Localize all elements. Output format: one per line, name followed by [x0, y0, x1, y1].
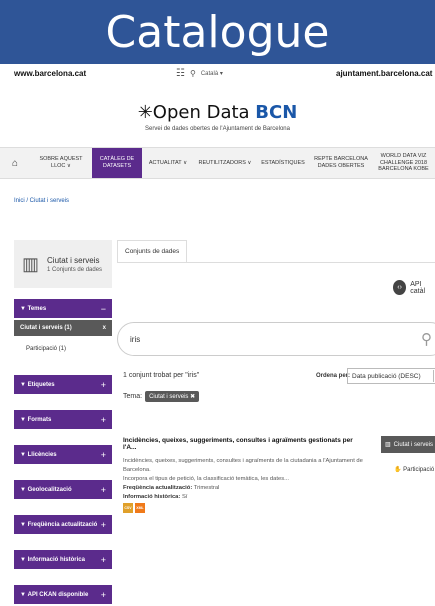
- collapse-icon[interactable]: −: [101, 304, 106, 314]
- category-title: Ciutat i serveis: [47, 255, 100, 265]
- top-tools: ☷ ⚲ Català ▾: [176, 68, 223, 79]
- nav-item-estadistiques[interactable]: ESTADÍSTIQUES: [256, 148, 310, 178]
- filter-icon: ▼: [20, 556, 28, 563]
- result-formats: CSV XML: [123, 503, 145, 513]
- filter-icon: ▼: [20, 591, 28, 598]
- page-banner: Catalogue: [0, 0, 435, 64]
- tema-filter-chip[interactable]: Ciutat i serveis ✖: [145, 391, 200, 402]
- facet-option[interactable]: Participació (1): [14, 346, 66, 352]
- historical-label: Informació històrica:: [123, 493, 181, 500]
- banner-title: Catalogue: [105, 6, 330, 58]
- facet-label: Formats: [27, 416, 52, 423]
- ajuntament-link[interactable]: ajuntament.barcelona.cat: [336, 69, 432, 78]
- remove-filter-icon[interactable]: x: [103, 325, 106, 331]
- building-icon: ▥: [385, 442, 391, 448]
- facet-temes[interactable]: ▼ Temes −: [14, 299, 112, 318]
- filter-icon: ▼: [20, 451, 28, 458]
- frequency-value: Trimestral: [193, 484, 220, 491]
- facet-formats[interactable]: ▼ Formats +: [14, 410, 112, 429]
- result-historical: Informació històrica: Sí: [123, 493, 385, 502]
- grid-icon[interactable]: ☷: [176, 68, 185, 79]
- facet-label: API CKAN disponible: [27, 591, 89, 598]
- expand-icon[interactable]: +: [101, 520, 106, 530]
- expand-icon[interactable]: +: [101, 415, 106, 425]
- nav-item-actualitat[interactable]: ACTUALITAT ∨: [142, 148, 194, 178]
- result-frequency: Freqüència actualització: Trimestral: [123, 484, 385, 493]
- facet-label: Temes: [27, 305, 47, 312]
- building-icon: ▥: [22, 253, 40, 274]
- filter-icon: ▼: [20, 381, 28, 388]
- historical-value: Sí: [181, 493, 188, 500]
- facet-label: Geolocalització: [27, 486, 72, 493]
- filter-icon: ▼: [20, 486, 28, 493]
- top-bar: www.barcelona.cat ☷ ⚲ Català ▾ ajuntamen…: [0, 64, 435, 82]
- facet-informacio-historica[interactable]: ▼ Informació històrica +: [14, 550, 112, 569]
- search-icon[interactable]: ⚲: [421, 330, 432, 348]
- tema-label: Tema:: [123, 393, 143, 400]
- logo-subtitle: Servei de dades obertes de l'Ajuntament …: [145, 126, 290, 132]
- order-label: Ordena per:: [316, 373, 351, 379]
- nav-item-worlddataviz[interactable]: WORLD DATA VIZ CHALLENGE 2018 BARCELONA …: [372, 148, 435, 178]
- facet-selected-item[interactable]: Ciutat i serveis (1) x: [14, 320, 112, 336]
- active-filters: Tema: Ciutat i serveis ✖: [123, 391, 200, 402]
- expand-icon[interactable]: +: [101, 555, 106, 565]
- facet-label: Llicències: [27, 451, 57, 458]
- result-title[interactable]: Incidències, queixes, suggeriments, cons…: [123, 437, 355, 451]
- site-link[interactable]: www.barcelona.cat: [14, 69, 86, 78]
- api-label: API catàl: [410, 280, 426, 295]
- result-category-badge[interactable]: ▥ Ciutat i serveis: [381, 436, 435, 453]
- order-value: Data publicació (DESC): [352, 372, 421, 380]
- hand-icon: ✋: [394, 467, 404, 473]
- logo-name: ✳Open Data BCN: [0, 102, 435, 123]
- facet-label: Informació històrica: [27, 556, 85, 563]
- xml-format-icon[interactable]: XML: [135, 503, 145, 513]
- nav-item-repte[interactable]: REPTE BARCELONA DADES OBERTES: [310, 148, 372, 178]
- breadcrumb[interactable]: Inici / Ciutat i serveis: [14, 198, 69, 204]
- result-description: Incidències, queixes, suggeriments, cons…: [123, 457, 385, 502]
- logo-prefix: Open Data: [152, 102, 256, 123]
- home-icon[interactable]: ⌂: [0, 158, 30, 169]
- language-select[interactable]: Català ▾: [201, 70, 223, 77]
- expand-icon[interactable]: +: [101, 590, 106, 600]
- api-icon: ‹›: [393, 280, 407, 295]
- facet-api-ckan[interactable]: ▼ API CKAN disponible +: [14, 585, 112, 604]
- badge-label: Ciutat i serveis: [393, 441, 434, 448]
- facet-etiquetes[interactable]: ▼ Etiquetes +: [14, 375, 112, 394]
- expand-icon[interactable]: +: [101, 485, 106, 495]
- tab-conjunts-de-dades[interactable]: Conjunts de dades: [117, 240, 188, 262]
- badge-label: Participació: [403, 467, 435, 473]
- facet-llicencies[interactable]: ▼ Llicències +: [14, 445, 112, 464]
- frequency-label: Freqüència actualització:: [123, 484, 193, 491]
- main-nav: ⌂ SOBRE AQUEST LLOC ∨ CATÀLEG DE DATASET…: [0, 147, 435, 179]
- filter-icon: ▼: [20, 521, 28, 528]
- nav-item-reutilitzadors[interactable]: REUTILITZADORS ∨: [194, 148, 256, 178]
- facet-geolocalitzacio[interactable]: ▼ Geolocalització +: [14, 480, 112, 499]
- opendata-logo[interactable]: ✳Open Data BCN Servei de dades obertes d…: [0, 102, 435, 132]
- result-desc-line2: Incorpora el tipus de petició, la classi…: [123, 475, 289, 482]
- api-cataleg-button[interactable]: ‹› API catàl: [393, 280, 435, 295]
- logo-star-icon: ✳: [137, 102, 153, 123]
- logo-bold: BCN: [255, 102, 298, 123]
- filter-icon: ▼: [20, 416, 28, 423]
- search-box[interactable]: iris ⚲: [117, 322, 435, 356]
- category-header: ▥ Ciutat i serveis 1 Conjunts de dades: [14, 240, 112, 288]
- expand-icon[interactable]: +: [101, 450, 106, 460]
- order-select[interactable]: Data publicació (DESC)▾: [347, 368, 435, 384]
- search-icon[interactable]: ⚲: [190, 69, 196, 78]
- nav-item-cataleg[interactable]: CATÀLEG DE DATASETS: [92, 148, 142, 178]
- expand-icon[interactable]: +: [101, 380, 106, 390]
- results-count: 1 conjunt trobat per "iris": [123, 372, 200, 379]
- category-count: 1 Conjunts de dades: [47, 266, 103, 273]
- facet-label: Freqüència actualització: [27, 521, 98, 528]
- result-participacio-badge[interactable]: ✋ Participació: [394, 466, 434, 473]
- nav-item-sobre[interactable]: SOBRE AQUEST LLOC ∨: [30, 148, 92, 178]
- tab-divider: [117, 262, 435, 263]
- facet-label: Etiquetes: [27, 381, 55, 388]
- search-input[interactable]: iris: [130, 335, 140, 344]
- csv-format-icon[interactable]: CSV: [123, 503, 133, 513]
- facet-frequencia[interactable]: ▼ Freqüència actualització +: [14, 515, 112, 534]
- result-desc-line1: Incidències, queixes, suggeriments, cons…: [123, 458, 363, 473]
- facet-selected-label: Ciutat i serveis (1): [20, 325, 72, 331]
- filter-icon: ▼: [20, 305, 28, 312]
